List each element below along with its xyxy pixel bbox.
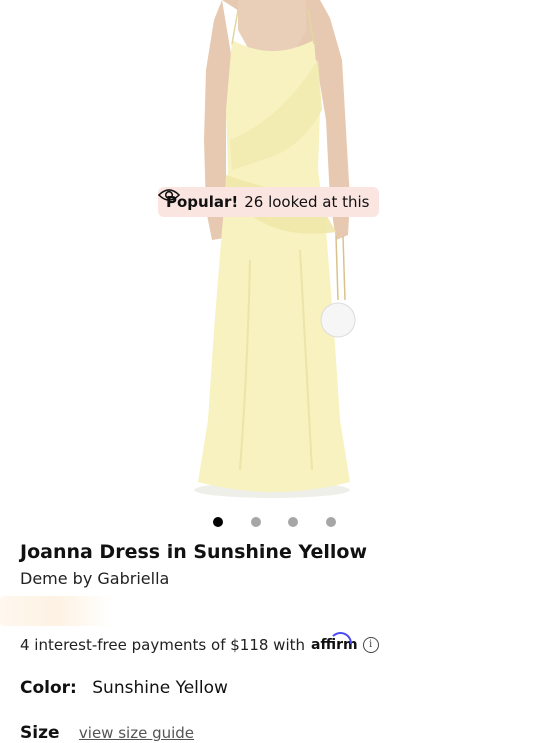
carousel-dot-2[interactable] [251, 517, 261, 527]
size-label: Size [20, 723, 60, 743]
affirm-logo: affirm [311, 632, 358, 653]
color-value: Sunshine Yellow [92, 678, 228, 698]
product-title: Joanna Dress in Sunshine Yellow [20, 541, 367, 563]
product-image[interactable]: Popular! 26 looked at this [0, 0, 550, 505]
affirm-text: 4 interest-free payments of $118 with [20, 636, 306, 654]
carousel-dot-3[interactable] [288, 517, 298, 527]
carousel-dot-1[interactable] [213, 517, 223, 527]
carousel-dots [0, 516, 550, 528]
color-separator: : [70, 678, 77, 698]
size-guide-link[interactable]: view size guide [79, 724, 194, 742]
info-icon[interactable]: i [362, 637, 379, 653]
color-label: Color [20, 678, 71, 698]
popular-count-text: 26 looked at this [244, 193, 370, 211]
carousel-dot-4[interactable] [326, 517, 336, 527]
dress-photo [194, 0, 356, 498]
popular-badge: Popular! 26 looked at this [158, 187, 380, 217]
price-loading-placeholder [0, 596, 112, 626]
eye-icon [158, 189, 180, 201]
affirm-financing[interactable]: 4 interest-free payments of $118 with af… [20, 632, 379, 654]
color-row: Color: Sunshine Yellow [20, 678, 228, 698]
product-brand-link[interactable]: Deme by Gabriella [20, 569, 169, 588]
size-row: Size view size guide [20, 723, 194, 743]
